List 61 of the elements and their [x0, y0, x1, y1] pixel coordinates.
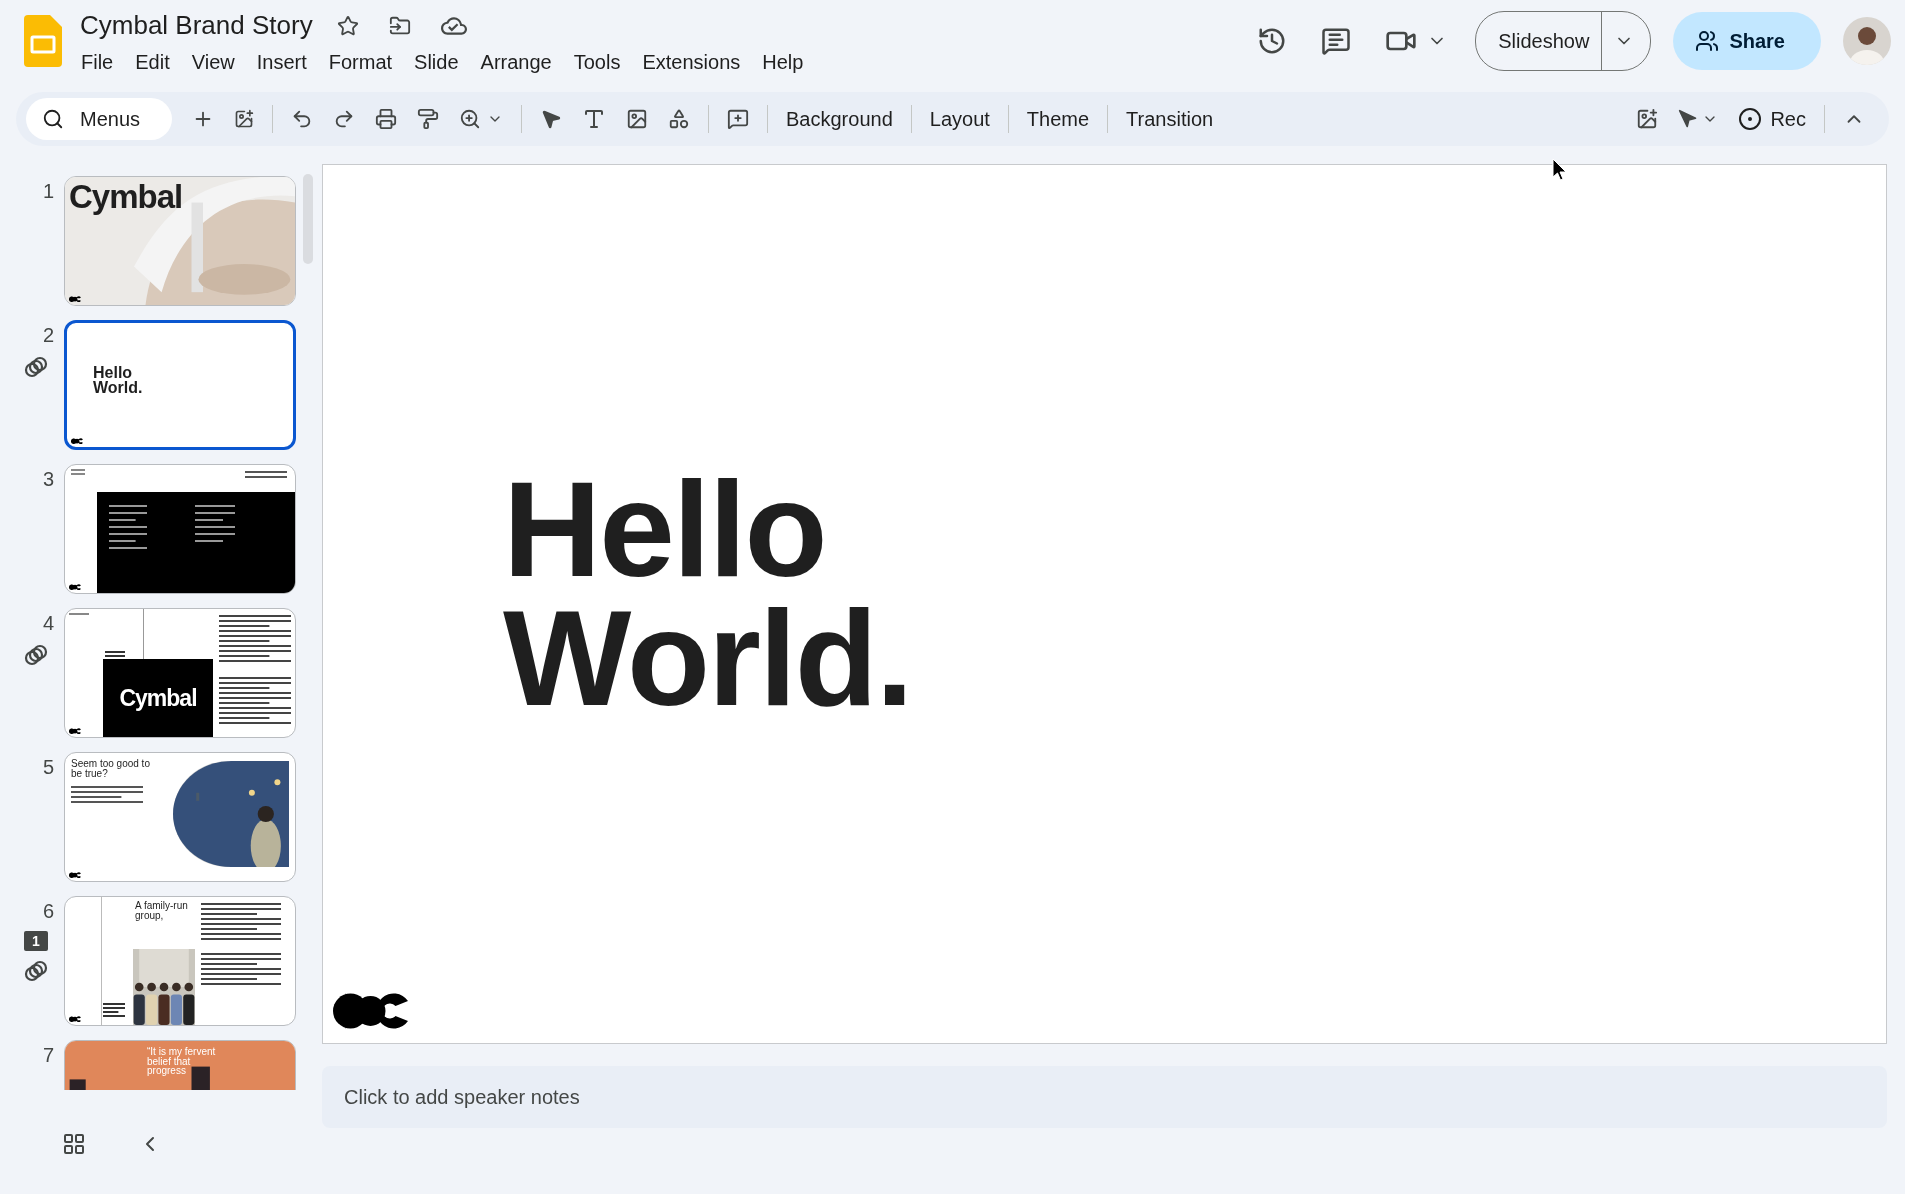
logo-icon — [69, 871, 82, 878]
menu-item[interactable]: Extensions — [633, 48, 750, 76]
slide-thumbnail-text: Seem too good to be true? — [71, 759, 151, 778]
slide-title[interactable]: Hello World. — [503, 465, 912, 724]
slide-thumbnail[interactable]: A family-run group, — [64, 896, 296, 1026]
record-icon — [1738, 107, 1763, 131]
slide-number: 7 — [42, 1044, 54, 1067]
text-lines-drawing — [69, 613, 89, 618]
record-button[interactable]: Rec — [1732, 101, 1812, 137]
logo-icon — [69, 1015, 82, 1022]
slide-number: 2 — [42, 324, 54, 347]
logo-icon — [69, 727, 82, 734]
slide-thumbnail[interactable]: Cymbal — [64, 608, 296, 738]
slide-thumbnail-text: Cymbal — [69, 181, 183, 213]
text-lines-drawing — [71, 469, 85, 477]
slide-number: 5 — [42, 756, 54, 779]
linked-rings-icon — [24, 959, 48, 983]
logo-icon — [69, 583, 82, 590]
slide-thumbnail-text: “It is my fervent belief that progress — [147, 1047, 217, 1076]
menu-item[interactable]: File — [72, 48, 123, 76]
menu-item[interactable]: Tools — [564, 48, 630, 76]
menu-item[interactable]: Arrange — [471, 48, 561, 76]
linked-rings-icon — [24, 643, 48, 667]
menus-search-button[interactable]: Menus — [26, 98, 173, 140]
slide-thumbnail-text: Hello World. — [93, 365, 143, 396]
slide-thumbnail[interactable]: Seem too good to be true? — [64, 752, 296, 882]
share-button[interactable]: Share — [1673, 12, 1821, 70]
slide-number: 6 — [42, 900, 54, 923]
logo-icon — [333, 991, 411, 1032]
slide-number: 1 — [42, 180, 54, 203]
toolbar-button[interactable]: Layout — [923, 101, 996, 137]
text-lines-drawing — [245, 471, 287, 481]
slide-thumbnail[interactable] — [64, 464, 296, 594]
text-lines-drawing — [219, 677, 291, 727]
menu-item[interactable]: Format — [319, 48, 402, 76]
logo-icon — [69, 295, 82, 302]
menu-item[interactable]: Insert — [247, 48, 316, 76]
text-lines-drawing — [71, 786, 143, 806]
toolbar-button[interactable]: Transition — [1120, 101, 1220, 137]
slide-thumbnail[interactable]: Hello World. — [64, 320, 296, 450]
linked-rings-icon — [24, 355, 48, 379]
text-lines-drawing — [219, 615, 291, 665]
people-icon — [1695, 29, 1720, 53]
toolbar-button[interactable]: Theme — [1020, 101, 1096, 137]
menu-item[interactable]: Slide — [405, 48, 468, 76]
slide-thumbnail-text: A family-run group, — [135, 901, 189, 920]
search-icon — [42, 108, 64, 130]
document-title[interactable]: Cymbal Brand Story — [80, 10, 313, 41]
toolbar-button[interactable]: Background — [780, 101, 899, 137]
menu-item[interactable]: Edit — [126, 48, 179, 76]
slide-thumbnail[interactable]: Cymbal — [64, 176, 296, 306]
speaker-notes-field[interactable]: Click to add speaker notes — [322, 1066, 1887, 1129]
menu-item[interactable]: Help — [753, 48, 813, 76]
slide-thumbnail-text: Cymbal — [119, 684, 197, 712]
slide-number: 4 — [42, 612, 54, 635]
text-lines-drawing — [103, 1003, 125, 1019]
comment-count-badge[interactable]: 1 — [24, 931, 48, 951]
avatar[interactable] — [1843, 17, 1891, 65]
slide-number: 3 — [42, 468, 54, 491]
menu-item[interactable]: View — [182, 48, 244, 76]
logo-icon — [71, 437, 84, 444]
